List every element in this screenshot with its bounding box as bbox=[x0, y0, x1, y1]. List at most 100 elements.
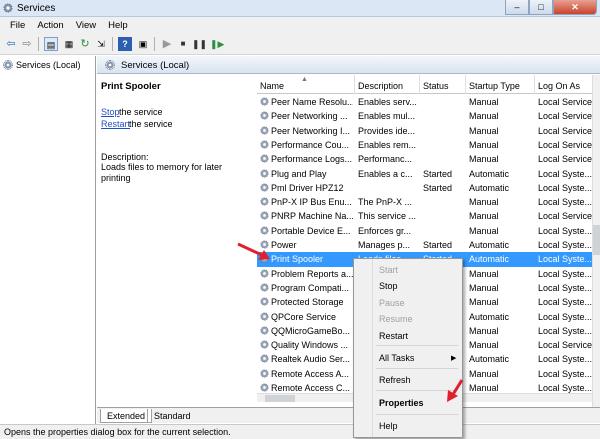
properties-icon[interactable]: ▣ bbox=[136, 37, 150, 51]
tree-item-services-local[interactable]: Services (Local) bbox=[3, 60, 81, 70]
service-startup-type: Automatic bbox=[469, 240, 510, 250]
service-startup-type: Automatic bbox=[469, 311, 510, 322]
help-icon[interactable]: ? bbox=[118, 37, 132, 51]
start-service-icon[interactable]: ▶ bbox=[160, 37, 174, 51]
refresh-icon[interactable]: ↻ bbox=[78, 37, 92, 51]
console-tree-icon[interactable]: ▦ bbox=[62, 37, 76, 51]
service-startup-type: Automatic bbox=[469, 168, 510, 179]
table-row[interactable]: PnP-X IP Bus Enu... The PnP-X ... Manual Lo… bbox=[257, 195, 592, 209]
column-header-startup-type[interactable]: Startup Type bbox=[466, 75, 535, 94]
menu-separator bbox=[376, 414, 458, 415]
column-label: Name bbox=[260, 81, 285, 91]
menu-item-stop[interactable]: Stop bbox=[379, 281, 398, 291]
menu-item-pause[interactable]: Pause bbox=[379, 298, 405, 308]
service-startup-type: Automatic bbox=[469, 354, 510, 365]
service-gear-icon bbox=[260, 154, 269, 163]
service-gear-icon bbox=[260, 283, 269, 292]
column-header-name[interactable]: ▲ Name bbox=[257, 75, 355, 94]
service-gear-icon bbox=[260, 226, 269, 235]
service-name: Program Compati... bbox=[271, 282, 350, 293]
service-name: PnP-X IP Bus Enu... bbox=[271, 197, 352, 208]
service-startup-type: Manual bbox=[469, 197, 499, 208]
table-row[interactable]: Peer Networking I... Provides ide... Manua… bbox=[257, 124, 592, 138]
forward-icon[interactable]: ⇨ bbox=[20, 37, 34, 51]
stop-service-link[interactable]: Stop bbox=[101, 107, 120, 117]
service-startup-type: Manual bbox=[469, 325, 499, 336]
table-row[interactable]: Peer Name Resolu... Enables serv... Manual… bbox=[257, 95, 592, 109]
table-row[interactable]: Plug and Play Enables a c... Started Automa… bbox=[257, 167, 592, 181]
service-name: Performance Cou... bbox=[271, 139, 350, 150]
service-name: Protected Storage bbox=[271, 297, 344, 308]
menu-item-all-tasks[interactable]: All Tasks bbox=[379, 353, 414, 363]
service-log-on-as: Local Syste... bbox=[538, 197, 592, 208]
menu-item-start[interactable]: Start bbox=[379, 265, 398, 275]
tab-extended[interactable]: Extended bbox=[100, 409, 153, 423]
minimize-button[interactable]: – bbox=[505, 0, 529, 15]
toolbar: ⇦ ⇨ ▤ ▦ ↻ ⇲ ? ▣ ▶ ■ ❚❚ ❚▶ bbox=[0, 34, 600, 55]
menu-file[interactable]: File bbox=[4, 17, 31, 34]
menu-bar: File Action View Help bbox=[0, 17, 600, 34]
scrollbar-thumb[interactable] bbox=[593, 225, 600, 255]
pane-header: Services (Local) bbox=[97, 56, 600, 74]
service-details-panel: Print Spooler Stop the service Restart t… bbox=[97, 75, 257, 405]
restart-service-icon[interactable]: ❚▶ bbox=[210, 37, 224, 51]
back-icon[interactable]: ⇦ bbox=[4, 37, 18, 51]
description-text: Loads files to memory for later printing bbox=[101, 162, 223, 183]
service-gear-icon bbox=[260, 183, 269, 192]
window-title: Services bbox=[17, 3, 56, 14]
menu-item-resume[interactable]: Resume bbox=[379, 314, 413, 324]
pane-header-title: Services (Local) bbox=[121, 60, 190, 71]
menu-item-help[interactable]: Help bbox=[379, 421, 398, 431]
service-log-on-as: Local Service bbox=[538, 139, 592, 150]
services-app-icon bbox=[3, 3, 13, 13]
service-log-on-as: Local Syste... bbox=[538, 368, 592, 379]
service-log-on-as: Local Syste... bbox=[538, 282, 592, 293]
vertical-scrollbar[interactable] bbox=[592, 75, 600, 407]
maximize-button[interactable]: □ bbox=[529, 0, 553, 15]
menu-item-restart[interactable]: Restart bbox=[379, 331, 408, 341]
tab-standard[interactable]: Standard bbox=[147, 409, 197, 423]
table-row[interactable]: Performance Logs... Performanc... Manual Lo… bbox=[257, 152, 592, 166]
gear-icon bbox=[105, 60, 115, 70]
pause-service-icon[interactable]: ❚❚ bbox=[192, 37, 207, 51]
stop-service-icon[interactable]: ■ bbox=[176, 37, 190, 51]
service-startup-type: Automatic bbox=[469, 182, 510, 193]
scrollbar-thumb[interactable] bbox=[265, 395, 295, 402]
export-list-icon[interactable]: ⇲ bbox=[94, 37, 108, 51]
table-row[interactable]: Pml Driver HPZ12 Started Automatic Local Sy… bbox=[257, 181, 592, 195]
table-row[interactable]: Performance Cou... Enables rem... Manual Lo… bbox=[257, 138, 592, 152]
service-log-on-as: Local Service bbox=[538, 340, 592, 351]
service-startup-type: Manual bbox=[469, 368, 499, 379]
service-name: Peer Networking ... bbox=[271, 111, 348, 122]
menu-help[interactable]: Help bbox=[102, 17, 134, 34]
column-header-status[interactable]: Status bbox=[420, 75, 466, 94]
menu-action[interactable]: Action bbox=[31, 17, 69, 34]
menu-view[interactable]: View bbox=[70, 17, 102, 34]
title-bar: Services – □ ✕ bbox=[0, 0, 600, 17]
service-log-on-as: Local Syste... bbox=[538, 225, 592, 236]
service-gear-icon bbox=[260, 311, 269, 321]
menu-item-refresh[interactable]: Refresh bbox=[379, 375, 411, 385]
service-gear-icon bbox=[260, 340, 269, 349]
table-row[interactable]: PNRP Machine Na... This service ... Manual… bbox=[257, 209, 592, 223]
column-header-description[interactable]: Description bbox=[355, 75, 420, 94]
service-startup-type: Manual bbox=[469, 111, 499, 122]
service-title: Print Spooler bbox=[101, 81, 161, 92]
table-row[interactable]: Portable Device E... Enforces gr... Manual… bbox=[257, 224, 592, 238]
service-log-on-as: Local Service bbox=[538, 211, 592, 222]
show-hide-tree-icon[interactable]: ▤ bbox=[44, 37, 58, 51]
stop-service-text: the service bbox=[119, 107, 163, 117]
service-log-on-as: Local Syste... bbox=[538, 311, 592, 322]
restart-service-link[interactable]: Restart bbox=[101, 119, 130, 129]
column-header-log-on-as[interactable]: Log On As bbox=[535, 75, 592, 94]
service-gear-icon bbox=[260, 354, 269, 363]
service-name: Plug and Play bbox=[271, 168, 327, 179]
close-button[interactable]: ✕ bbox=[553, 0, 597, 15]
service-status: Started bbox=[423, 240, 453, 250]
toolbar-separator bbox=[112, 37, 113, 51]
menu-item-properties[interactable]: Properties bbox=[379, 398, 424, 408]
service-startup-type: Manual bbox=[469, 125, 499, 136]
table-row[interactable]: Peer Networking ... Enables mul... Manual L… bbox=[257, 109, 592, 123]
table-row[interactable]: Power Manages p... Started Automatic Local S… bbox=[257, 238, 592, 252]
tree-item-label: Services (Local) bbox=[16, 60, 81, 70]
